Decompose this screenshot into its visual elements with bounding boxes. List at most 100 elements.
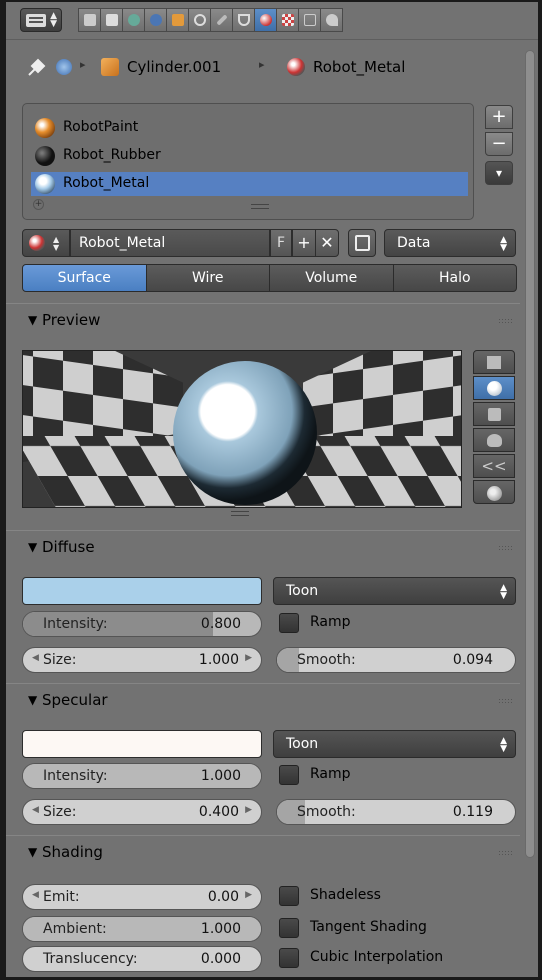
preview-cube-button[interactable] — [473, 402, 515, 426]
slider-label: Intensity: — [43, 768, 108, 784]
panel-title: Shading — [42, 843, 103, 861]
object-tab[interactable] — [166, 8, 189, 32]
decrement-arrow-icon[interactable]: ◀ — [32, 805, 39, 815]
tab-surface[interactable]: Surface — [22, 264, 147, 292]
collapse-triangle-icon: ▼ — [28, 313, 38, 327]
material-ball-icon — [35, 174, 55, 194]
diffuse-intensity-slider[interactable]: Intensity: 0.800 — [22, 611, 262, 637]
editor-type-button[interactable]: ▲ ▼ — [20, 8, 62, 32]
cubic-interpolation-checkbox[interactable] — [279, 948, 299, 968]
breadcrumb: ▸ Cylinder.001 ▸ Robot_Metal — [6, 44, 522, 92]
material-icon — [29, 235, 45, 251]
modifiers-tab[interactable] — [210, 8, 233, 32]
specular-shader-dropdown[interactable]: Toon ▲ ▼ — [273, 730, 516, 758]
increment-arrow-icon[interactable]: ▶ — [245, 653, 252, 663]
fake-user-button[interactable]: F — [270, 229, 292, 257]
material-name-field[interactable]: Robot_Metal — [70, 229, 270, 257]
preview-hair-button[interactable]: << — [473, 454, 515, 478]
field-label: Size: — [43, 804, 77, 820]
physics-tab[interactable] — [320, 8, 343, 32]
shading-panel-header[interactable]: ▼ Shading — [6, 835, 520, 869]
browse-material-button[interactable]: ▲ ▼ — [22, 229, 70, 257]
preview-monkey-button[interactable] — [473, 428, 515, 452]
link-type-dropdown[interactable]: Data ▲ ▼ — [384, 229, 516, 257]
data-tab[interactable] — [232, 8, 255, 32]
slot-menu-button[interactable]: ▾ — [485, 161, 513, 185]
pin-icon[interactable] — [26, 58, 46, 78]
tab-wire[interactable]: Wire — [145, 264, 270, 292]
field-label: Smooth: — [297, 804, 356, 820]
remove-slot-button[interactable]: − — [485, 132, 513, 156]
drag-grip-icon[interactable] — [498, 545, 512, 551]
scrollbar-thumb[interactable] — [525, 50, 535, 858]
drag-grip-icon[interactable] — [498, 318, 512, 324]
diffuse-panel-header[interactable]: ▼ Diffuse — [6, 530, 520, 564]
scene-icon — [56, 59, 72, 75]
diffuse-shader-dropdown[interactable]: Toon ▲ ▼ — [273, 577, 516, 605]
sphere-icon — [487, 381, 502, 396]
diffuse-ramp-checkbox[interactable] — [279, 613, 299, 633]
particles-tab[interactable] — [298, 8, 321, 32]
drag-grip-icon[interactable] — [498, 850, 512, 856]
slot-name: Robot_Rubber — [63, 147, 161, 163]
unlink-material-button[interactable]: ✕ — [315, 229, 339, 257]
emit-field[interactable]: ◀ Emit: 0.00 ▶ — [22, 884, 262, 910]
decrement-arrow-icon[interactable]: ◀ — [32, 890, 39, 900]
slider-label: Translucency: — [43, 951, 138, 967]
diffuse-color-swatch[interactable] — [22, 577, 262, 605]
new-material-button[interactable]: + — [292, 229, 316, 257]
tangent-shading-checkbox[interactable] — [279, 918, 299, 938]
properties-header: ▲ ▼ — [6, 2, 538, 40]
field-value: 1.000 — [198, 652, 239, 668]
tangent-shading-label: Tangent Shading — [310, 919, 427, 935]
shadeless-checkbox[interactable] — [279, 886, 299, 906]
scene-tab[interactable] — [122, 8, 145, 32]
translucency-slider[interactable]: Translucency: 0.000 — [22, 946, 262, 972]
specular-ramp-checkbox[interactable] — [279, 765, 299, 785]
dropdown-value: Toon — [286, 583, 319, 599]
add-slot-button[interactable]: + — [485, 105, 513, 129]
list-resize-grip[interactable] — [251, 204, 269, 209]
preview-sphere-button[interactable] — [473, 376, 515, 400]
diffuse-smooth-field[interactable]: Smooth: 0.094 — [276, 647, 516, 673]
world-tab[interactable] — [144, 8, 167, 32]
material-datablock-row: ▲ ▼ Robot_Metal F + ✕ Data ▲ ▼ — [22, 229, 516, 257]
updown-arrows-icon: ▲ ▼ — [500, 235, 507, 253]
diffuse-size-field[interactable]: ◀ Size: 1.000 ▶ — [22, 647, 262, 673]
filter-options-icon[interactable]: + — [33, 199, 44, 210]
field-label: Size: — [43, 652, 77, 668]
cubic-interpolation-label: Cubic Interpolation — [310, 949, 444, 965]
drag-grip-icon[interactable] — [498, 698, 512, 704]
specular-panel-header[interactable]: ▼ Specular — [6, 683, 520, 717]
material-icon — [287, 58, 305, 76]
tab-halo[interactable]: Halo — [392, 264, 517, 292]
specular-color-swatch[interactable] — [22, 730, 262, 758]
tab-volume[interactable]: Volume — [269, 264, 394, 292]
list-item-selected[interactable]: Robot_Metal — [31, 172, 468, 196]
link-type-value: Data — [397, 235, 431, 251]
slider-value: 0.800 — [200, 616, 241, 632]
slot-name: RobotPaint — [63, 119, 139, 135]
preview-panel-header[interactable]: ▼ Preview — [6, 303, 520, 337]
material-tab[interactable] — [254, 8, 277, 32]
copy-material-button[interactable] — [348, 229, 376, 257]
slider-label: Intensity: — [43, 616, 108, 632]
decrement-arrow-icon[interactable]: ◀ — [32, 653, 39, 663]
material-preview — [22, 350, 462, 508]
render-tab[interactable] — [78, 8, 101, 32]
increment-arrow-icon[interactable]: ▶ — [245, 805, 252, 815]
constraints-tab[interactable] — [188, 8, 211, 32]
specular-intensity-slider[interactable]: Intensity: 1.000 — [22, 763, 262, 789]
list-item[interactable]: RobotPaint — [31, 116, 468, 140]
preview-sky-button[interactable] — [473, 480, 515, 504]
list-item[interactable]: Robot_Rubber — [31, 144, 468, 168]
texture-tab[interactable] — [276, 8, 299, 32]
ambient-slider[interactable]: Ambient: 1.000 — [22, 916, 262, 942]
specular-smooth-field[interactable]: Smooth: 0.119 — [276, 799, 516, 825]
specular-size-field[interactable]: ◀ Size: 0.400 ▶ — [22, 799, 262, 825]
preview-flat-button[interactable] — [473, 350, 515, 374]
render-layers-tab[interactable] — [100, 8, 123, 32]
increment-arrow-icon[interactable]: ▶ — [245, 890, 252, 900]
object-cube-icon — [101, 58, 119, 76]
preview-resize-grip[interactable] — [231, 511, 249, 516]
